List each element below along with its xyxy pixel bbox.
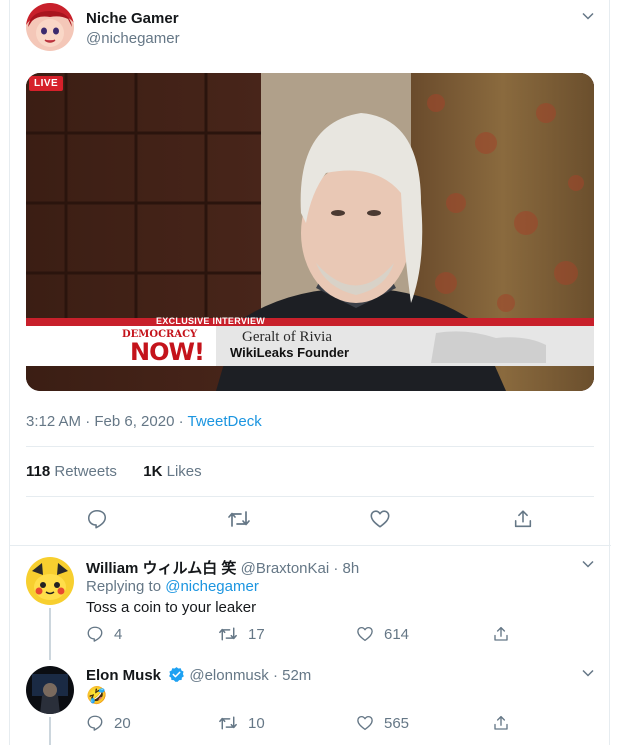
replying-to-mention[interactable]: @nichegamer xyxy=(165,578,259,595)
retweet-button[interactable]: 17 xyxy=(218,625,265,643)
avatar[interactable] xyxy=(26,557,74,605)
reply-handle-time: @BraxtonKai · 8h xyxy=(236,560,360,577)
retweet-icon xyxy=(218,714,238,732)
reply-text: Toss a coin to your leaker xyxy=(86,599,257,616)
retweets-count: 118 xyxy=(26,463,51,480)
reply-actions: 4 17 614 xyxy=(10,625,611,651)
like-icon xyxy=(356,625,374,643)
replying-to-prefix: Replying to xyxy=(86,578,166,595)
chevron-down-icon[interactable] xyxy=(578,554,598,574)
likes-stat[interactable]: 1K Likes xyxy=(143,463,201,480)
guest-title: WikiLeaks Founder xyxy=(230,345,350,360)
verified-icon xyxy=(168,666,185,683)
reply-text: 🤣 xyxy=(86,686,108,705)
like-icon xyxy=(356,714,374,732)
retweet-count: 17 xyxy=(248,625,265,643)
meta-separator: · xyxy=(174,413,188,430)
like-button[interactable]: 565 xyxy=(356,714,409,732)
reply-button[interactable]: 4 xyxy=(86,625,122,643)
retweet-icon xyxy=(218,625,238,643)
show-logo-bottom: NOW! xyxy=(130,338,205,366)
reply-icon xyxy=(86,714,104,732)
reply-icon[interactable] xyxy=(86,508,108,530)
timestamp[interactable]: 3:12 AM · Feb 6, 2020 xyxy=(26,413,174,430)
tweet-stats: 118 Retweets 1K Likes xyxy=(26,463,202,480)
avatar[interactable] xyxy=(26,666,74,714)
tweet-thread: Niche Gamer @nichegamer LIVE EXCLUSIVE I… xyxy=(9,0,611,745)
share-icon[interactable] xyxy=(492,625,510,643)
divider xyxy=(26,446,594,447)
reply-button[interactable]: 20 xyxy=(86,714,131,732)
tweet-meta: 3:12 AM · Feb 6, 2020 · TweetDeck xyxy=(26,413,262,430)
like-count: 565 xyxy=(384,714,410,732)
retweet-count: 10 xyxy=(248,714,265,732)
retweet-icon[interactable] xyxy=(227,508,251,530)
live-badge: LIVE xyxy=(29,76,64,91)
reply-author-name: William ウィルム白 笑 xyxy=(86,560,237,577)
guest-name: Geralt of Rivia xyxy=(242,329,332,345)
reply-actions: 20 10 565 xyxy=(10,714,611,740)
source-link[interactable]: TweetDeck xyxy=(188,413,262,430)
divider xyxy=(26,496,594,497)
reply-author[interactable]: William ウィルム白 笑 @BraxtonKai · 8h xyxy=(86,557,359,578)
divider xyxy=(10,545,611,546)
author-handle[interactable]: @nichegamer xyxy=(86,30,180,47)
chevron-down-icon[interactable] xyxy=(578,663,598,683)
share-icon[interactable] xyxy=(512,508,534,530)
reply-count: 4 xyxy=(114,625,123,643)
chevron-down-icon[interactable] xyxy=(578,6,598,26)
likes-count: 1K xyxy=(143,463,163,480)
banner-text: EXCLUSIVE INTERVIEW xyxy=(156,316,266,326)
author-name[interactable]: Niche Gamer xyxy=(86,10,179,27)
tweet-actions xyxy=(10,508,611,534)
reply-icon xyxy=(86,625,104,643)
retweets-stat[interactable]: 118 Retweets xyxy=(26,463,117,480)
retweet-button[interactable]: 10 xyxy=(218,714,265,732)
reply-count: 20 xyxy=(114,714,131,732)
like-count: 614 xyxy=(384,625,410,643)
reply-author[interactable]: Elon Musk @elonmusk · 52m xyxy=(86,666,311,684)
like-button[interactable]: 614 xyxy=(356,625,409,643)
like-icon[interactable] xyxy=(369,508,391,530)
retweets-label: Retweets xyxy=(50,463,117,480)
share-icon[interactable] xyxy=(492,714,510,732)
reply-handle-time: @elonmusk · 52m xyxy=(185,667,312,684)
likes-label: Likes xyxy=(162,463,202,480)
tweet-media[interactable]: LIVE EXCLUSIVE INTERVIEW DEMOCRACY NOW! … xyxy=(26,73,594,391)
replying-to: Replying to @nichegamer xyxy=(86,578,259,595)
avatar[interactable] xyxy=(26,3,74,51)
reply-author-name: Elon Musk xyxy=(86,667,162,684)
